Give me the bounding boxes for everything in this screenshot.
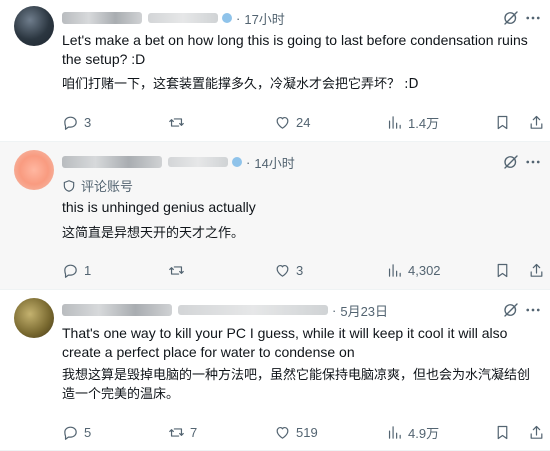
verified-badge-icon bbox=[232, 157, 242, 167]
bookmark-button[interactable] bbox=[494, 112, 511, 132]
share-button[interactable] bbox=[528, 422, 545, 442]
action-bar: 1 3 4,302 bbox=[62, 260, 540, 280]
action-bar: 5 7 519 4.9万 bbox=[62, 422, 540, 442]
retweet-icon bbox=[168, 424, 185, 441]
reply-count: 1 bbox=[84, 262, 92, 278]
like-button[interactable]: 24 bbox=[274, 112, 310, 132]
share-icon bbox=[528, 114, 545, 131]
view-count: 1.4万 bbox=[408, 115, 440, 131]
tweet-translation: 咱们打赌一下，这套装置能撑多久，冷凝水才会把它弄坏？ :D bbox=[62, 77, 419, 92]
like-count: 3 bbox=[296, 262, 304, 278]
reply-icon bbox=[62, 114, 79, 131]
reply-button[interactable]: 3 bbox=[62, 112, 91, 132]
commenter-note-label: 评论账号 bbox=[81, 180, 134, 195]
author-name-redacted[interactable] bbox=[62, 12, 142, 24]
author-handle-redacted bbox=[148, 13, 218, 23]
reply-button[interactable]: 1 bbox=[62, 260, 91, 280]
reply-icon bbox=[62, 424, 79, 441]
author-name-redacted[interactable] bbox=[62, 304, 172, 316]
tweet-header: · 14小时 bbox=[62, 152, 295, 172]
reply-tweet-1[interactable]: · 17小时 Let's make a bet on how long this… bbox=[0, 0, 550, 142]
reply-button[interactable]: 5 bbox=[62, 422, 91, 442]
bookmark-button[interactable] bbox=[494, 422, 511, 442]
bookmark-icon bbox=[494, 114, 511, 131]
verified-badge-icon bbox=[222, 13, 232, 23]
retweet-icon bbox=[168, 114, 185, 131]
share-button[interactable] bbox=[528, 112, 545, 132]
like-count: 24 bbox=[296, 114, 311, 130]
separator-dot: · bbox=[246, 154, 251, 170]
views-button[interactable]: 4.9万 bbox=[386, 422, 439, 442]
reply-tweet-3[interactable]: · 5月23日 That's one way to kill your PC I… bbox=[0, 290, 550, 451]
share-button[interactable] bbox=[528, 260, 545, 280]
bookmark-icon bbox=[494, 424, 511, 441]
heart-icon bbox=[274, 424, 291, 441]
author-handle-redacted bbox=[168, 157, 228, 167]
tweet-translation: 这简直是异想天开的天才之作。 bbox=[62, 226, 245, 241]
views-icon bbox=[386, 114, 403, 131]
share-icon bbox=[528, 424, 545, 441]
shield-icon bbox=[63, 179, 75, 192]
more-icon[interactable] bbox=[524, 9, 542, 27]
view-count: 4,302 bbox=[408, 262, 441, 278]
commenter-note: 评论账号 bbox=[62, 176, 133, 195]
like-button[interactable]: 3 bbox=[274, 260, 303, 280]
retweet-count: 7 bbox=[190, 424, 198, 440]
views-button[interactable]: 4,302 bbox=[386, 260, 441, 280]
tweet-time[interactable]: 5月23日 bbox=[340, 301, 388, 320]
reply-count: 5 bbox=[84, 424, 92, 440]
avatar[interactable] bbox=[14, 6, 54, 46]
author-name-redacted[interactable] bbox=[62, 156, 162, 168]
views-button[interactable]: 1.4万 bbox=[386, 112, 439, 132]
views-icon bbox=[386, 262, 403, 279]
heart-icon bbox=[274, 114, 291, 131]
tweet-text: this is unhinged genius actually bbox=[62, 199, 256, 215]
retweet-button[interactable] bbox=[168, 112, 190, 132]
tweet-time[interactable]: 17小时 bbox=[244, 9, 284, 28]
share-icon bbox=[528, 262, 545, 279]
grok-icon[interactable] bbox=[502, 153, 520, 171]
tweet-text: That's one way to kill your PC I guess, … bbox=[62, 325, 508, 360]
separator-dot: · bbox=[236, 10, 241, 26]
tweet-text: Let's make a bet on how long this is goi… bbox=[62, 32, 528, 67]
retweet-button[interactable] bbox=[168, 260, 190, 280]
heart-icon bbox=[274, 262, 291, 279]
view-count: 4.9万 bbox=[408, 425, 440, 441]
retweet-button[interactable]: 7 bbox=[168, 422, 197, 442]
reply-tweet-2[interactable]: · 14小时 评论账号 this is unhinged genius actu… bbox=[0, 142, 550, 290]
more-icon[interactable] bbox=[524, 301, 542, 319]
retweet-icon bbox=[168, 262, 185, 279]
reply-count: 3 bbox=[84, 114, 92, 130]
action-bar: 3 24 1.4万 bbox=[62, 112, 540, 132]
separator-dot: · bbox=[332, 302, 337, 318]
tweet-header: · 5月23日 bbox=[62, 300, 388, 320]
like-count: 519 bbox=[296, 424, 318, 440]
tweet-header: · 17小时 bbox=[62, 8, 285, 28]
bookmark-icon bbox=[494, 262, 511, 279]
reply-icon bbox=[62, 262, 79, 279]
grok-icon[interactable] bbox=[502, 9, 520, 27]
more-icon[interactable] bbox=[524, 153, 542, 171]
avatar[interactable] bbox=[14, 150, 54, 190]
like-button[interactable]: 519 bbox=[274, 422, 318, 442]
tweet-translation: 我想这算是毁掉电脑的一种方法吧，虽然它能保持电脑凉爽，但也会为水汽凝结创造一个完… bbox=[62, 368, 531, 402]
views-icon bbox=[386, 424, 403, 441]
avatar[interactable] bbox=[14, 298, 54, 338]
tweet-time[interactable]: 14小时 bbox=[254, 153, 294, 172]
bookmark-button[interactable] bbox=[494, 260, 511, 280]
author-handle-redacted bbox=[178, 305, 328, 315]
grok-icon[interactable] bbox=[502, 301, 520, 319]
